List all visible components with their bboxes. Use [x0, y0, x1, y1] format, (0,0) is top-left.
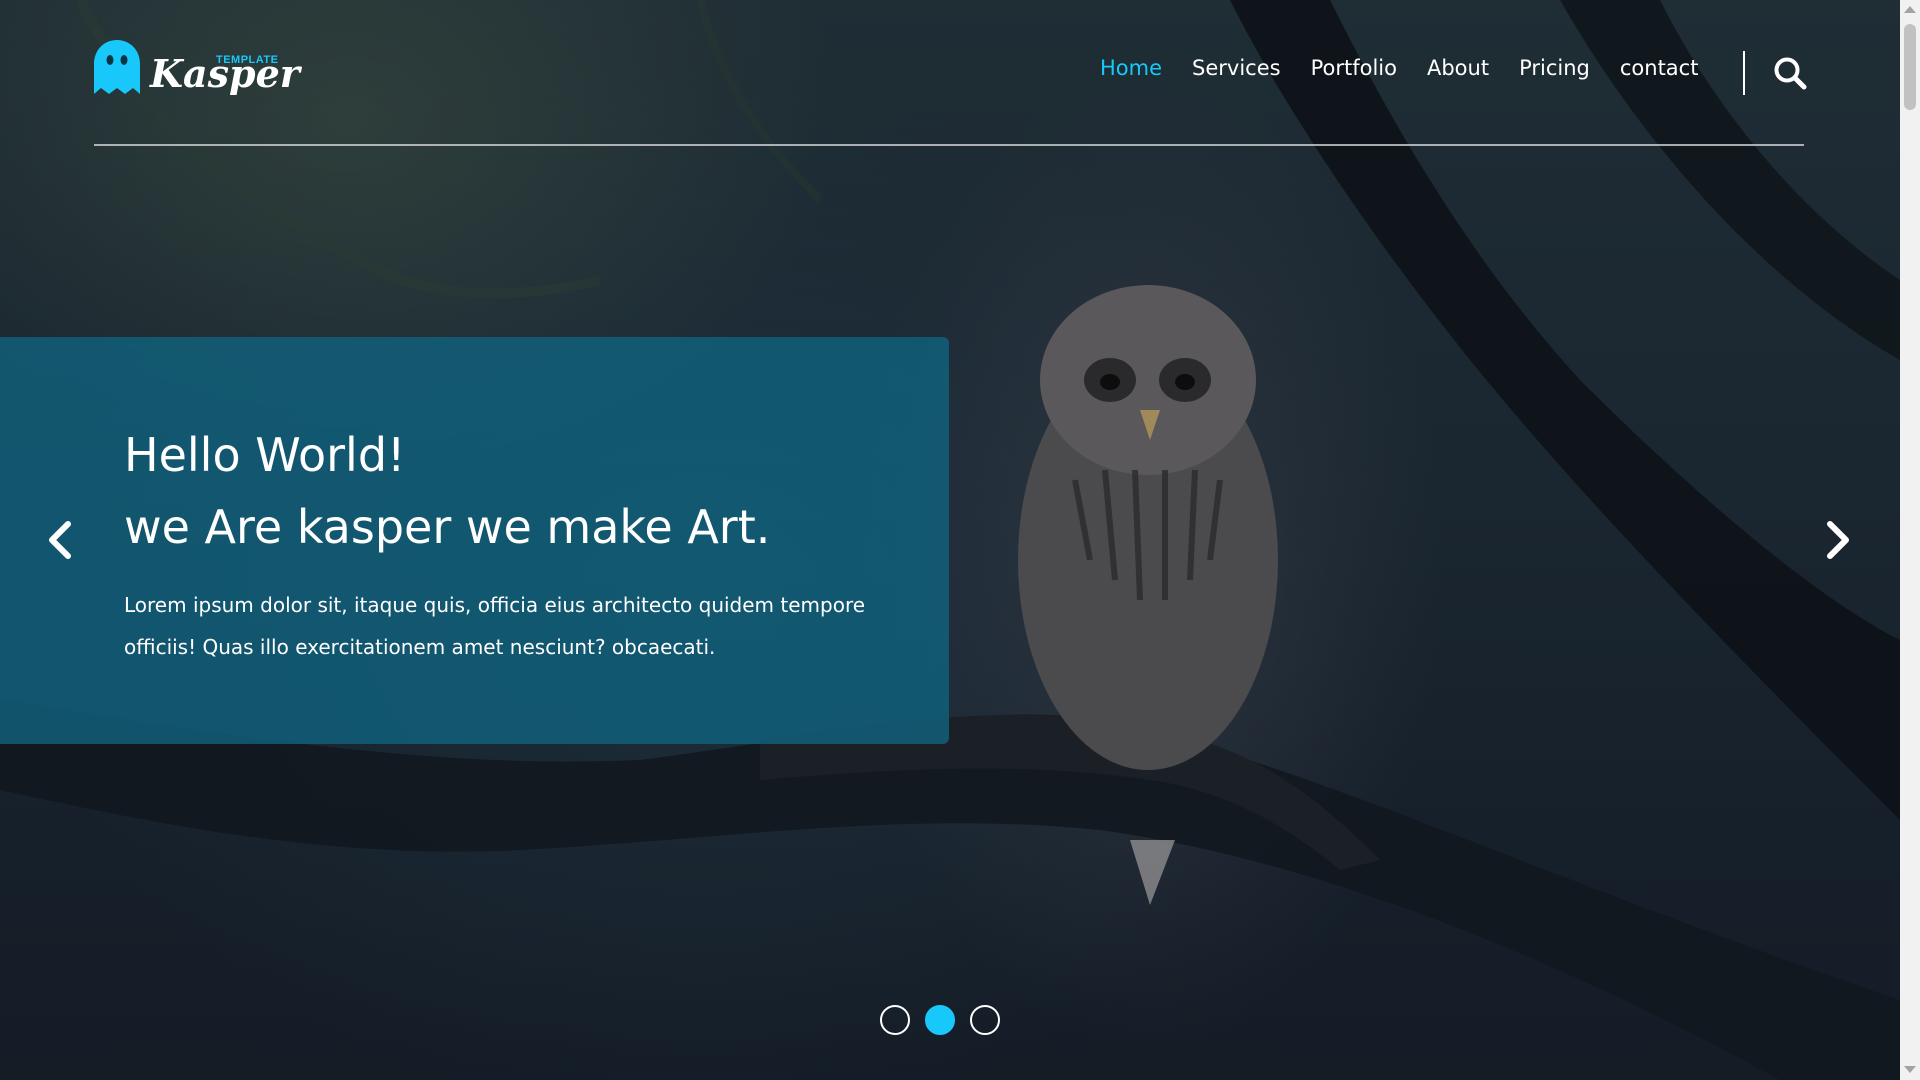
scroll-up-arrow-icon[interactable] [1904, 6, 1916, 13]
chevron-right-icon [1827, 521, 1849, 559]
slider-dots [880, 1005, 1000, 1035]
search-icon [1774, 57, 1807, 90]
slider-dot-3[interactable] [970, 1005, 1000, 1035]
nav-item-portfolio[interactable]: Portfolio [1311, 56, 1397, 80]
brand-logo[interactable]: Kasper TEMPLATE [94, 40, 300, 102]
prev-slide-button[interactable] [40, 512, 80, 568]
hero-title-line2: we Are kasper we make Art. [124, 500, 771, 554]
nav-item-home[interactable]: Home [1100, 56, 1162, 80]
main-nav: Home Services Portfolio About Pricing co… [1100, 56, 1728, 80]
nav-item-contact[interactable]: contact [1620, 56, 1699, 80]
nav-item-pricing[interactable]: Pricing [1519, 56, 1590, 80]
brand-tag: TEMPLATE [216, 54, 279, 66]
nav-item-about[interactable]: About [1427, 56, 1489, 80]
slider-dot-2[interactable] [925, 1005, 955, 1035]
scroll-thumb[interactable] [1904, 24, 1916, 110]
scroll-down-arrow-icon[interactable] [1904, 1066, 1916, 1073]
slider-dot-1[interactable] [880, 1005, 910, 1035]
search-button[interactable] [1772, 55, 1808, 91]
next-slide-button[interactable] [1818, 512, 1858, 568]
hero-text: Lorem ipsum dolor sit, itaque quis, offi… [124, 593, 866, 659]
nav-divider [1743, 51, 1745, 95]
hero-title: Hello World! we Are kasper we make Art. [124, 419, 770, 563]
chevron-left-icon [49, 521, 71, 559]
nav-item-services[interactable]: Services [1192, 56, 1281, 80]
hero-section: Kasper TEMPLATE Home Services Portfolio … [0, 0, 1900, 1080]
hero-slide-panel: Hello World! we Are kasper we make Art. … [0, 337, 949, 744]
page-scrollbar[interactable] [1900, 0, 1920, 1080]
hero-title-line1: Hello World! [124, 428, 406, 482]
ghost-icon [94, 40, 140, 94]
header-divider-line [94, 144, 1804, 146]
